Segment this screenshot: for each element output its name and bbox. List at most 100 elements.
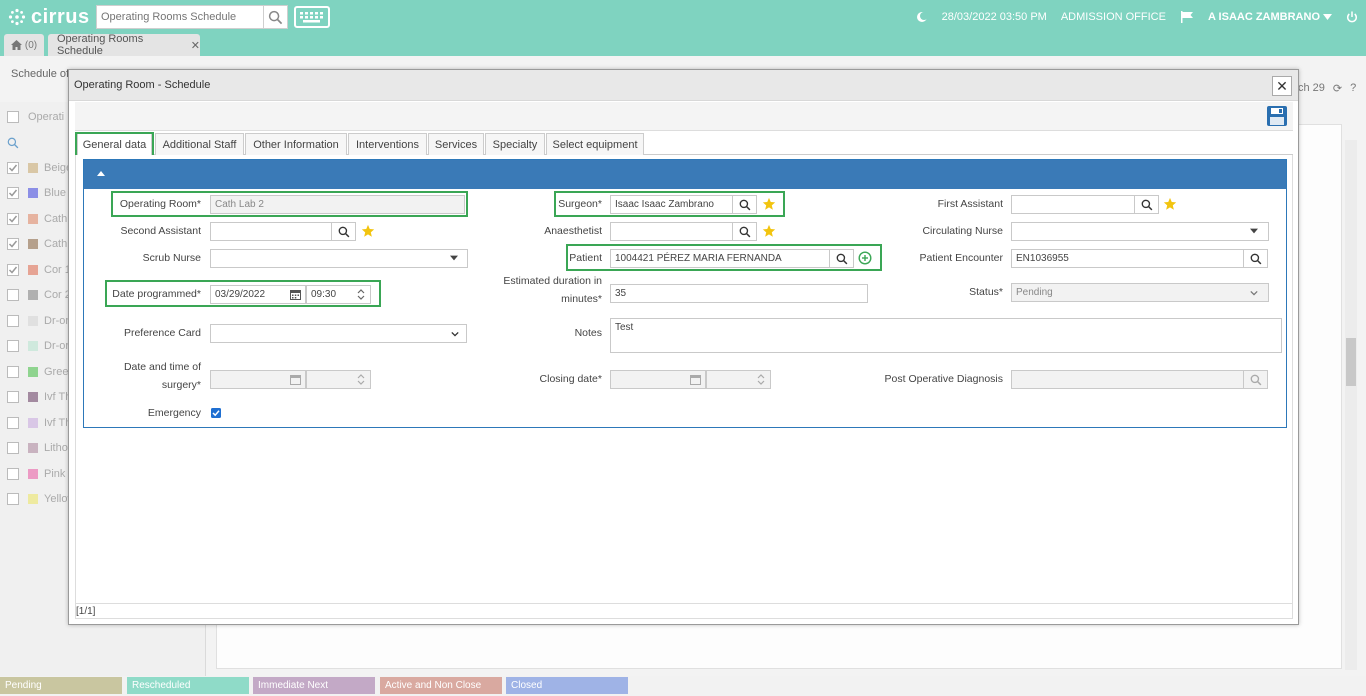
legend-label: Closed — [511, 680, 543, 691]
favorite-star-icon[interactable] — [361, 224, 375, 238]
favorite-star-icon[interactable] — [1163, 197, 1177, 211]
anaesthetist-field[interactable] — [610, 222, 733, 241]
refresh-icon[interactable]: ⟳ — [1333, 82, 1342, 95]
search-icon — [7, 137, 19, 148]
favorite-star-icon[interactable] — [762, 197, 776, 211]
flag-button[interactable] — [1180, 11, 1194, 23]
room-color-swatch — [28, 417, 38, 428]
current-office[interactable]: ADMISSION OFFICE — [1061, 11, 1166, 23]
tab-interventions[interactable]: Interventions — [348, 133, 427, 155]
operating-room-field[interactable]: Cath Lab 2 — [210, 195, 465, 214]
tab-general-data[interactable]: General data — [77, 133, 152, 156]
scrub-nurse-select[interactable] — [210, 249, 468, 268]
surgeon-field[interactable]: Isaac Isaac Zambrano — [610, 195, 733, 214]
surgeon-label: Surgeon* — [558, 198, 602, 210]
select-all-checkbox[interactable] — [7, 110, 19, 123]
room-color-swatch — [28, 494, 38, 504]
status-toggle[interactable] — [916, 11, 928, 23]
save-icon[interactable] — [1267, 105, 1287, 127]
room-checkbox[interactable] — [7, 442, 19, 454]
tab-additional-staff[interactable]: Additional Staff — [155, 133, 244, 155]
time-stepper-icon[interactable] — [357, 288, 365, 301]
room-checkbox[interactable] — [7, 365, 19, 378]
room-color-swatch — [28, 315, 38, 326]
room-color-swatch — [28, 290, 38, 300]
tab-select-equipment[interactable]: Select equipment — [546, 133, 644, 155]
room-checkbox[interactable] — [7, 493, 19, 505]
scrollbar-thumb[interactable] — [1346, 338, 1356, 386]
room-checkbox[interactable] — [7, 340, 19, 352]
room-label: Lithot — [44, 442, 71, 454]
top-right-area: 28/03/2022 03:50 PM ADMISSION OFFICE A I… — [902, 0, 1358, 34]
close-dialog-button[interactable]: ✕ — [1272, 76, 1292, 96]
tab-other-information[interactable]: Other Information — [245, 133, 347, 155]
room-label: Blue — [44, 187, 67, 199]
close-tab-icon[interactable]: ✕ — [191, 39, 200, 52]
emergency-checkbox[interactable] — [211, 408, 221, 418]
global-search-button[interactable] — [263, 6, 287, 28]
schedule-scrollbar[interactable] — [1345, 140, 1357, 670]
home-tab[interactable]: (0) — [4, 34, 44, 56]
room-checkbox[interactable] — [7, 467, 19, 480]
user-menu[interactable]: A ISAAC ZAMBRANO — [1208, 11, 1332, 23]
estimated-duration-field[interactable]: 35 — [610, 284, 868, 303]
record-counter: [1/1] — [76, 605, 96, 617]
document-tabs: (0) Operating Rooms Schedule ✕ — [0, 33, 1366, 57]
first-assistant-search-button[interactable] — [1134, 195, 1159, 214]
dialog-title: Operating Room - Schedule — [74, 79, 211, 91]
room-label: Cor 2 — [44, 289, 71, 301]
calendar-icon[interactable] — [290, 289, 301, 300]
legend-closed: Closed — [506, 677, 628, 694]
patient-search-button[interactable] — [829, 249, 854, 268]
room-checkbox[interactable] — [7, 263, 19, 276]
help-icon[interactable]: ? — [1350, 82, 1356, 95]
room-checkbox[interactable] — [7, 391, 19, 403]
second-assistant-search-button[interactable] — [331, 222, 356, 241]
time-stepper-icon — [357, 374, 365, 385]
power-icon — [1346, 11, 1358, 23]
check-icon — [8, 215, 18, 223]
estimated-duration-label: Estimated duration in minutes* — [492, 274, 602, 307]
tab-operating-rooms-schedule[interactable]: Operating Rooms Schedule ✕ — [48, 33, 200, 57]
room-checkbox[interactable] — [7, 161, 19, 174]
global-search-input[interactable] — [97, 6, 263, 28]
room-checkbox[interactable] — [7, 187, 19, 199]
panel-header[interactable] — [84, 160, 1286, 189]
circulating-nurse-select[interactable] — [1011, 222, 1269, 241]
legend-label: Pending — [5, 680, 42, 691]
room-checkbox[interactable] — [7, 212, 19, 225]
add-patient-icon[interactable] — [858, 251, 872, 265]
room-checkbox[interactable] — [7, 238, 19, 250]
second-assistant-field[interactable] — [210, 222, 332, 241]
collapse-icon[interactable] — [97, 171, 105, 176]
room-checkbox[interactable] — [7, 314, 19, 327]
status-select[interactable]: Pending — [1011, 283, 1269, 302]
check-icon — [8, 189, 18, 197]
patient-field[interactable]: 1004421 PÉREZ MARIA FERNANDA — [610, 249, 830, 268]
close-icon: ✕ — [1276, 77, 1288, 94]
room-label: Cor 1 — [44, 263, 71, 276]
tab-services[interactable]: Services — [428, 133, 484, 155]
room-color-swatch — [28, 213, 38, 224]
search-icon — [739, 199, 750, 210]
patient-encounter-search-button[interactable] — [1243, 249, 1268, 268]
room-checkbox[interactable] — [7, 416, 19, 429]
chevron-down-icon — [1250, 290, 1258, 296]
moon-icon — [916, 12, 928, 22]
preference-card-select[interactable] — [210, 324, 467, 343]
search-icon — [268, 10, 283, 24]
logout-button[interactable] — [1346, 11, 1358, 23]
room-color-swatch — [28, 264, 38, 275]
anaesthetist-search-button[interactable] — [732, 222, 757, 241]
patient-encounter-field[interactable]: EN1036955 — [1011, 249, 1244, 268]
tab-label: Specialty — [492, 138, 538, 151]
brand-logo[interactable]: cirrus — [8, 6, 96, 29]
virtual-keyboard-button[interactable] — [294, 6, 330, 28]
room-checkbox[interactable] — [7, 289, 19, 301]
surgeon-search-button[interactable] — [732, 195, 757, 214]
first-assistant-field[interactable] — [1011, 195, 1135, 214]
notes-textarea[interactable]: Test — [610, 318, 1282, 353]
tab-specialty[interactable]: Specialty — [485, 133, 545, 155]
date-time-surgery-label: Date and time of surgery* — [84, 360, 201, 393]
favorite-star-icon[interactable] — [762, 224, 776, 238]
